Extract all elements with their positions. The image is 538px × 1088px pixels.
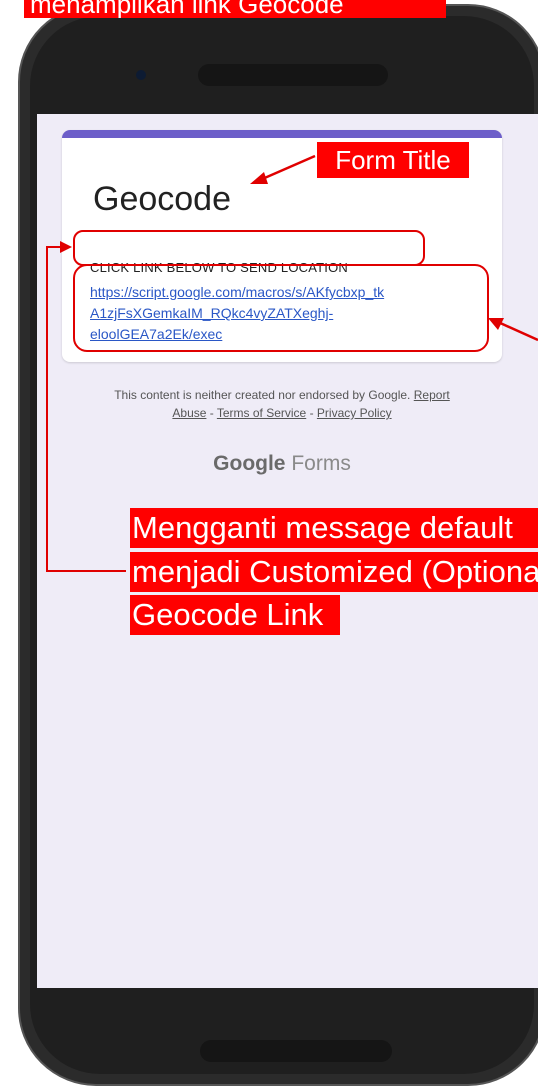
bracket-line-vertical [46, 246, 48, 572]
annotation-top-label: menampilkan link Geocode [24, 0, 446, 18]
bracket-arrowhead [60, 241, 72, 253]
privacy-policy-link[interactable]: Privacy Policy [317, 406, 392, 420]
annotation-box-description [73, 230, 425, 266]
bracket-line-bottom [46, 570, 126, 572]
arrow-link [488, 318, 538, 342]
bottom-speaker [200, 1040, 392, 1062]
brand-google: Google [213, 452, 286, 475]
report-abuse-link-report[interactable]: Report [414, 388, 450, 402]
footer-separator: - [206, 406, 217, 420]
terms-of-service-link[interactable]: Terms of Service [217, 406, 306, 420]
front-camera [136, 70, 146, 80]
earpiece-speaker [198, 64, 388, 86]
annotation-custom-message-line-3: Geocode Link [130, 595, 340, 635]
annotation-custom-message-line-2: menjadi Customized (Optional) [130, 552, 538, 592]
form-title: Geocode [93, 180, 231, 218]
form-accent-bar [62, 130, 502, 138]
arrow-form-title [250, 154, 316, 184]
footer-separator: - [306, 406, 317, 420]
forms-footer: This content is neither created nor endo… [37, 386, 527, 422]
google-forms-logo[interactable]: Google Forms [37, 452, 527, 476]
annotation-form-title: Form Title [317, 142, 469, 178]
report-abuse-link-abuse[interactable]: Abuse [172, 406, 206, 420]
annotation-box-link [73, 264, 489, 352]
brand-forms: Forms [291, 452, 351, 475]
annotation-custom-message-line-1: Mengganti message default [130, 508, 538, 548]
disclaimer-text: This content is neither created nor endo… [114, 388, 411, 402]
